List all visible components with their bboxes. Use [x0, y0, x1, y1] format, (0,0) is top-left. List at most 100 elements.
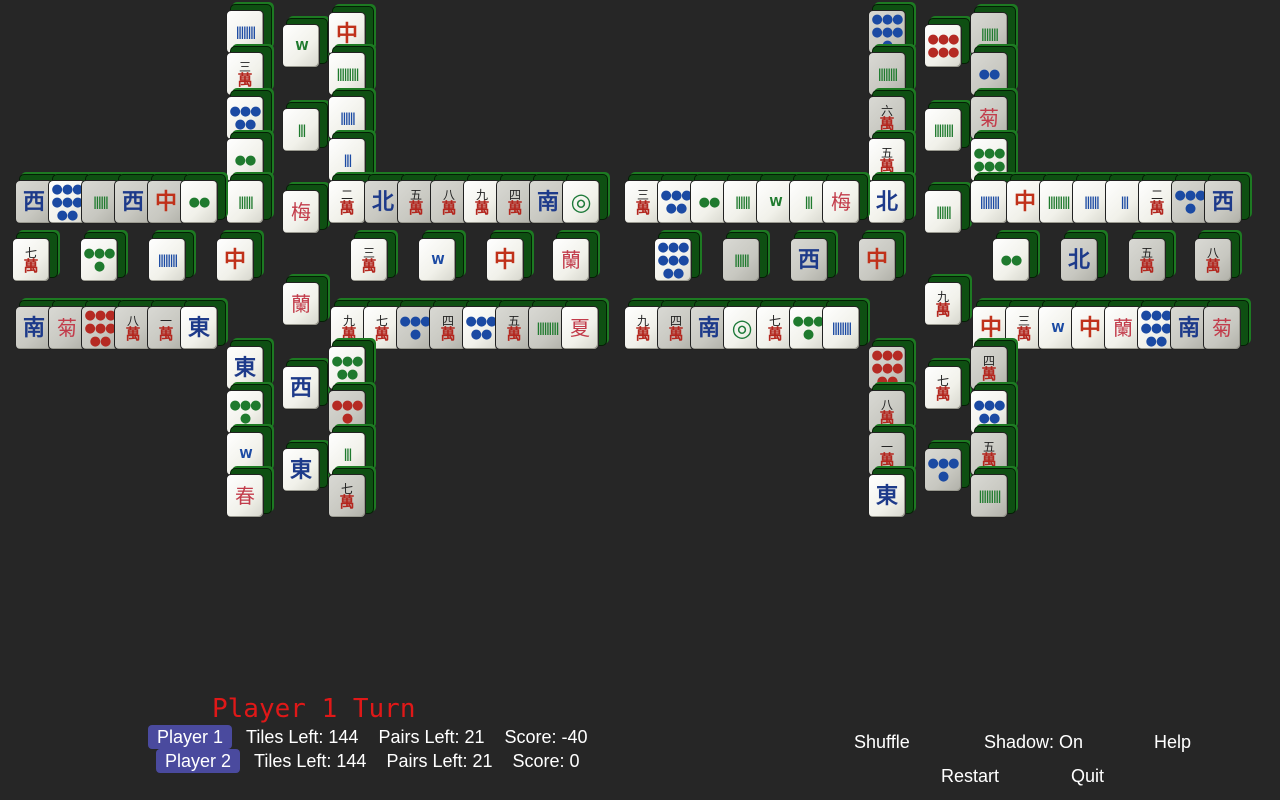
mahjong-tile[interactable]: ●●	[180, 174, 226, 230]
shuffle-button[interactable]: Shuffle	[854, 732, 910, 753]
tile-face: ||||||||	[924, 108, 962, 152]
tile-glyph: ●●●●	[331, 398, 363, 426]
mahjong-tile[interactable]: ◎	[562, 174, 608, 230]
mahjong-tile[interactable]: 中	[216, 232, 262, 288]
mahjong-tile[interactable]: |||	[282, 102, 328, 158]
mahjong-tile[interactable]: 東	[868, 468, 914, 524]
tile-face: 東	[180, 306, 218, 350]
tile-glyph: ●●	[234, 152, 257, 168]
mahjong-tile[interactable]: W	[282, 18, 328, 74]
tile-glyph: 中	[979, 315, 1002, 341]
mahjong-tile[interactable]: 春	[226, 468, 272, 524]
tile-wan-glyph: 萬	[879, 408, 895, 427]
tile-glyph: ●●●●●●●●	[51, 181, 83, 223]
tile-face: W	[282, 24, 320, 68]
mahjong-tile[interactable]: 西	[1204, 174, 1250, 230]
tile-face: 九萬	[924, 282, 962, 326]
mahjong-tile[interactable]: ||||||||	[148, 232, 194, 288]
mahjong-tile[interactable]: 中	[486, 232, 532, 288]
tile-glyph: ●●●●●●●●	[84, 307, 116, 349]
mahjong-tile[interactable]: 夏	[561, 300, 607, 356]
tile-glyph: |||||||||	[978, 489, 1001, 503]
mahjong-tile[interactable]: 梅	[822, 174, 868, 230]
mahjong-tile[interactable]: 九萬	[924, 276, 970, 332]
tile-face: ||||||	[226, 180, 264, 224]
mahjong-tile[interactable]: ||||||||	[822, 300, 868, 356]
tile-glyph: ●●	[188, 194, 211, 210]
tile-glyph: W	[239, 447, 252, 461]
mahjong-tile[interactable]: ●●●●	[924, 442, 970, 498]
tile-face: ||||||||	[148, 238, 186, 282]
tile-glyph: ||||||	[733, 253, 750, 267]
tile-wan-glyph: 萬	[441, 198, 457, 217]
mahjong-tile[interactable]: ●●●●●●●●	[654, 232, 700, 288]
tile-face: ●●●●●●●●	[654, 238, 692, 282]
tile-wan-glyph: 萬	[408, 198, 424, 217]
player-2-score: Score: 0	[512, 750, 580, 771]
mahjong-tile[interactable]: ||||||	[226, 174, 272, 230]
player-1-badge: Player 1	[148, 725, 233, 749]
tile-glyph: W	[1051, 321, 1064, 335]
tile-wan-glyph: 萬	[981, 364, 997, 383]
mahjong-tile[interactable]: 北	[868, 174, 914, 230]
mahjong-tile[interactable]: 菊	[1203, 300, 1249, 356]
tile-wan-glyph: 萬	[23, 256, 39, 275]
mahjong-tile[interactable]: 西	[282, 360, 328, 416]
restart-button[interactable]: Restart	[941, 766, 999, 787]
shadow-toggle-button[interactable]: Shadow: On	[984, 732, 1083, 753]
tile-glyph: 中	[493, 247, 516, 273]
help-button[interactable]: Help	[1154, 732, 1191, 753]
mahjong-tile[interactable]: 東	[180, 300, 226, 356]
flower-icon: 梅	[291, 200, 311, 224]
mahjong-tile[interactable]: 七萬	[12, 232, 58, 288]
circle-icon: ◎	[731, 314, 753, 342]
mahjong-tile[interactable]: ●●●●	[80, 232, 126, 288]
tile-face: 蘭	[552, 238, 590, 282]
mahjong-tile[interactable]: ●●●●●●	[924, 18, 970, 74]
mahjong-tile[interactable]: ||||||||	[924, 102, 970, 158]
mahjong-tile[interactable]: 蘭	[552, 232, 598, 288]
tile-glyph: 南	[536, 189, 559, 215]
mahjong-tile[interactable]: W	[418, 232, 464, 288]
tile-glyph: 西	[121, 189, 144, 215]
mahjong-tile[interactable]: 七萬	[328, 468, 374, 524]
tile-glyph: |||	[804, 195, 813, 209]
mahjong-tile[interactable]: 三萬	[350, 232, 396, 288]
tile-glyph: ●●	[978, 66, 1001, 82]
mahjong-tile[interactable]: |||||||||	[970, 468, 1016, 524]
tile-glyph: 中	[1013, 189, 1036, 215]
tile-glyph: 西	[289, 375, 312, 401]
flower-icon: 菊	[57, 316, 77, 340]
mahjong-tile[interactable]: 北	[1060, 232, 1106, 288]
mahjong-tile[interactable]: 八萬	[1194, 232, 1240, 288]
tile-glyph: 東	[875, 483, 898, 509]
mahjong-tile[interactable]: ||||||	[722, 232, 768, 288]
tile-glyph: ||||||	[1083, 195, 1100, 209]
mahjong-tile[interactable]: 七萬	[924, 360, 970, 416]
tile-glyph: 中	[1078, 315, 1101, 341]
mahjong-tile[interactable]: 蘭	[282, 276, 328, 332]
tile-face: ●●	[992, 238, 1030, 282]
player-1-status-row: Player 1 Tiles Left: 144 Pairs Left: 21 …	[148, 725, 608, 749]
mahjong-tile[interactable]: 梅	[282, 184, 328, 240]
mahjong-tile[interactable]: 五萬	[1128, 232, 1174, 288]
mahjong-tile[interactable]: 東	[282, 442, 328, 498]
tile-glyph: 西	[797, 247, 820, 273]
tile-wan-glyph: 萬	[158, 324, 174, 343]
quit-button[interactable]: Quit	[1071, 766, 1104, 787]
mahjong-tile[interactable]: ||||||	[924, 184, 970, 240]
tile-glyph: ●●●●●●	[927, 32, 959, 60]
mahjong-tile[interactable]: 中	[858, 232, 904, 288]
tile-glyph: ||||||	[339, 111, 356, 125]
tile-glyph: ●●●●●	[331, 354, 363, 382]
tile-face: ●●	[180, 180, 218, 224]
tile-face: 梅	[282, 190, 320, 234]
mahjong-tile[interactable]: 西	[790, 232, 836, 288]
player-1-score: Score: -40	[504, 726, 588, 747]
tile-face: 五萬	[1128, 238, 1166, 282]
tile-wan-glyph: 萬	[668, 324, 684, 343]
mahjong-tile[interactable]: ●●	[992, 232, 1038, 288]
player-2-status-row: Player 2 Tiles Left: 144 Pairs Left: 21 …	[156, 749, 600, 773]
tile-glyph: ||||||	[734, 195, 751, 209]
tile-glyph: ●●	[1000, 252, 1023, 268]
